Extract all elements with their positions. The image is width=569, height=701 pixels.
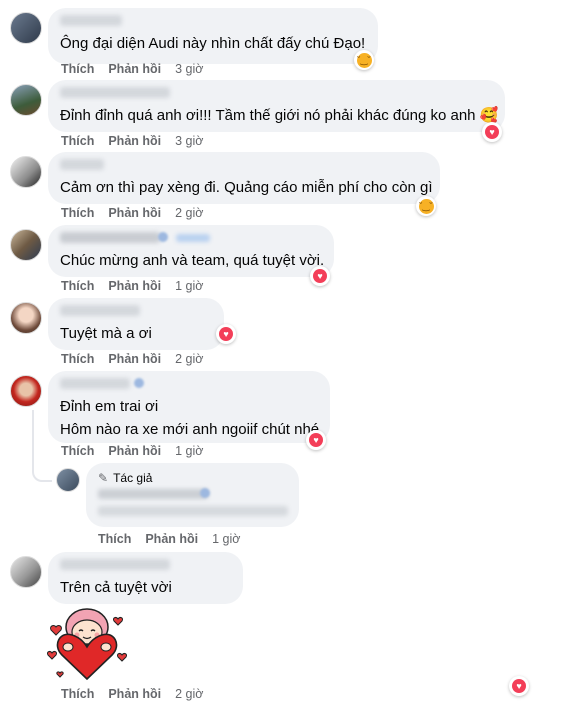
reply-button[interactable]: Phản hồi: [108, 444, 161, 458]
comment-text: Tuyệt mà a ơi: [60, 325, 152, 342]
reply-button[interactable]: Phản hồi: [145, 532, 198, 546]
reply-actions: Thích Phản hồi 1 giờ: [98, 532, 240, 546]
commenter-avatar[interactable]: [10, 84, 42, 116]
comment-time[interactable]: 1 giờ: [175, 444, 203, 458]
comment-bubble: Tuyệt mà a ơi: [48, 298, 224, 350]
comment-bubble: Đỉnh em trai ơi Hôm nào ra xe mới anh ng…: [48, 371, 330, 443]
verified-icon: [158, 232, 168, 242]
haha-icon: ˘‿˘: [356, 52, 372, 68]
author-avatar[interactable]: [56, 468, 80, 492]
heart-icon: ♥: [485, 125, 499, 139]
girl-heart-sticker: [47, 608, 127, 681]
commenter-name[interactable]: [98, 489, 208, 499]
commenter-avatar[interactable]: [10, 12, 42, 44]
reaction-badge[interactable]: ˘‿˘: [354, 50, 374, 70]
comment-time[interactable]: 2 giờ: [175, 352, 203, 366]
commenter-name[interactable]: [60, 159, 104, 170]
like-button[interactable]: Thích: [61, 206, 94, 220]
comment-text: Đỉnh đỉnh quá anh ơi!!! Tầm thế giới nó …: [60, 107, 499, 124]
comment-text: Cảm ơn thì pay xèng đi. Quảng cáo miễn p…: [60, 179, 433, 196]
commenter-name[interactable]: [60, 559, 170, 570]
heart-icon: ♥: [309, 433, 323, 447]
comment-text: Trên cả tuyệt vời: [60, 579, 172, 596]
commenter-avatar[interactable]: [10, 556, 42, 588]
comment-bubble: Đỉnh đỉnh quá anh ơi!!! Tầm thế giới nó …: [48, 80, 505, 132]
comment-text-line-2: Hôm nào ra xe mới anh ngoiif chút nhé: [60, 421, 320, 438]
comment-actions: Thích Phản hồi 3 giờ: [61, 134, 203, 148]
comment-actions: Thích Phản hồi 3 giờ: [61, 62, 203, 76]
commenter-name[interactable]: [60, 87, 170, 98]
reply-bubble: ✎ Tác giả: [86, 463, 299, 527]
comment-text: Ông đại diện Audi này nhìn chất đấy chú …: [60, 35, 366, 52]
commenter-avatar[interactable]: [10, 375, 42, 407]
comment-bubble: Cảm ơn thì pay xèng đi. Quảng cáo miễn p…: [48, 152, 440, 204]
comment-actions: Thích Phản hồi 1 giờ: [61, 279, 203, 293]
comment-bubble: Chúc mừng anh và team, quá tuyệt vời.: [48, 225, 334, 277]
heart-icon: ♥: [219, 327, 233, 341]
like-button[interactable]: Thích: [61, 352, 94, 366]
comment-text-line-1: Đỉnh em trai ơi: [60, 398, 159, 415]
like-button[interactable]: Thích: [61, 444, 94, 458]
comment-bubble: Trên cả tuyệt vời: [48, 552, 243, 604]
reply-thread-line: [32, 410, 52, 482]
comment-time[interactable]: 1 giờ: [212, 532, 240, 546]
commenter-name[interactable]: [60, 15, 122, 26]
commenter-avatar[interactable]: [10, 302, 42, 334]
reply-button[interactable]: Phản hồi: [108, 687, 161, 701]
author-tag: ✎ Tác giả: [98, 471, 287, 485]
comment-time[interactable]: 3 giờ: [175, 62, 203, 76]
commenter-name[interactable]: [60, 305, 140, 316]
reaction-badge[interactable]: ♥: [306, 430, 326, 450]
comment-time[interactable]: 2 giờ: [175, 687, 203, 701]
comment-time[interactable]: 3 giờ: [175, 134, 203, 148]
like-button[interactable]: Thích: [61, 279, 94, 293]
comment-time[interactable]: 1 giờ: [175, 279, 203, 293]
pen-icon: ✎: [98, 471, 109, 485]
comment-actions: Thích Phản hồi 2 giờ: [61, 206, 203, 220]
comment-text: Chúc mừng anh và team, quá tuyệt vời.: [60, 252, 325, 269]
heart-icon: ♥: [313, 269, 327, 283]
reaction-badge[interactable]: ♥: [482, 122, 502, 142]
reply-button[interactable]: Phản hồi: [108, 62, 161, 76]
reaction-badge[interactable]: ♥: [310, 266, 330, 286]
reply-button[interactable]: Phản hồi: [108, 352, 161, 366]
commenter-name[interactable]: [60, 232, 160, 243]
haha-icon: ˘‿˘: [418, 198, 434, 214]
reply-button[interactable]: Phản hồi: [108, 279, 161, 293]
reaction-badge[interactable]: ♥: [509, 676, 529, 696]
comment-bubble: Ông đại diện Audi này nhìn chất đấy chú …: [48, 8, 378, 64]
comment-actions: Thích Phản hồi 2 giờ: [61, 687, 203, 701]
author-tag-label: Tác giả: [113, 471, 153, 485]
like-button[interactable]: Thích: [61, 134, 94, 148]
comment-actions: Thích Phản hồi 2 giờ: [61, 352, 203, 366]
commenter-avatar[interactable]: [10, 229, 42, 261]
verified-icon: [134, 378, 144, 388]
like-button[interactable]: Thích: [61, 687, 94, 701]
commenter-name[interactable]: [60, 378, 130, 389]
reply-button[interactable]: Phản hồi: [108, 206, 161, 220]
reply-text: [98, 506, 288, 516]
like-button[interactable]: Thích: [61, 62, 94, 76]
heart-icon: ♥: [512, 679, 526, 693]
comment-actions: Thích Phản hồi 1 giờ: [61, 444, 203, 458]
follow-link[interactable]: [176, 234, 210, 242]
like-button[interactable]: Thích: [98, 532, 131, 546]
commenter-avatar[interactable]: [10, 156, 42, 188]
sticker-image[interactable]: [46, 605, 128, 683]
reaction-badge[interactable]: ♥: [216, 324, 236, 344]
reply-button[interactable]: Phản hồi: [108, 134, 161, 148]
comment-time[interactable]: 2 giờ: [175, 206, 203, 220]
reaction-badge[interactable]: ˘‿˘: [416, 196, 436, 216]
verified-icon: [200, 488, 210, 498]
